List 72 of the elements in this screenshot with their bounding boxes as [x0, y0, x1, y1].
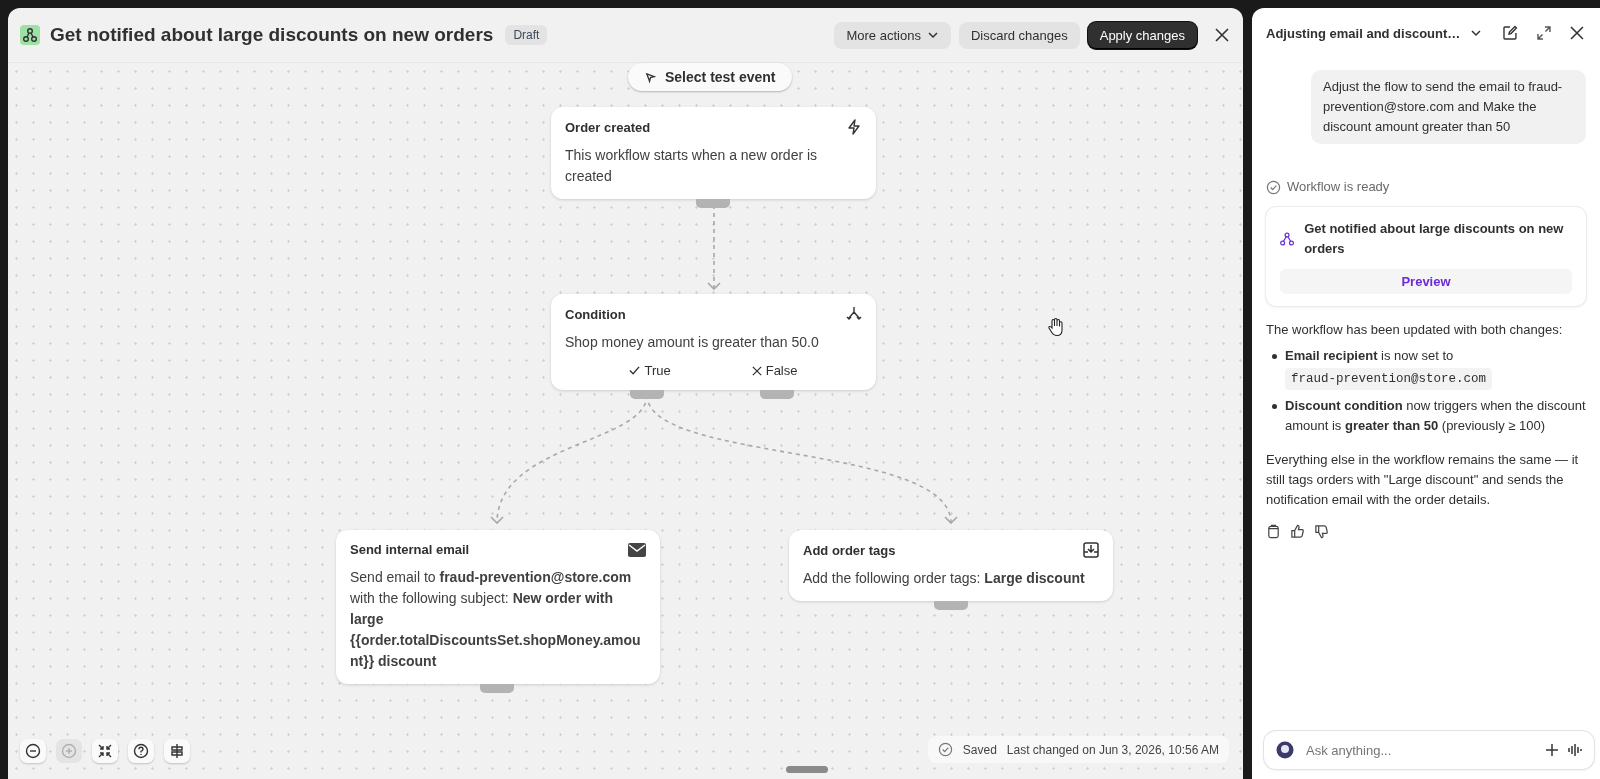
workflow-node[interactable]: Add order tags Add the following order tags: Large discount	[789, 530, 1113, 601]
caret-icon	[926, 29, 939, 41]
fit-icon	[97, 743, 113, 759]
status-badge: Draft	[505, 25, 548, 45]
help-button[interactable]	[128, 739, 154, 763]
saved-label: Saved	[962, 742, 997, 757]
workflow-node[interactable]: Send internal email Send email to fraud-prevention@store.com with the following subject: New order with large {{order.totalDiscountsSet.shopMoney.amount}} discount	[336, 530, 660, 684]
help-icon	[133, 743, 149, 759]
download-box-icon	[1083, 542, 1099, 558]
close-icon[interactable]	[1215, 28, 1229, 42]
check-circle-icon	[937, 742, 953, 757]
plus-icon[interactable]	[1546, 744, 1558, 756]
node-title: Send internal email	[350, 542, 470, 557]
zoom-out-button[interactable]	[20, 739, 46, 763]
code-snippet: fraud-prevention@store.com	[1285, 368, 1493, 390]
node-title: Add order tags	[803, 542, 896, 558]
zoom-out-icon	[25, 743, 41, 759]
false-branch-label: False	[751, 363, 798, 378]
node-handle[interactable]	[696, 199, 730, 208]
x-icon	[751, 365, 762, 376]
node-description: Shop money amount is greater than 50.0	[565, 333, 820, 352]
zoom-in-icon	[61, 743, 77, 759]
apply-button[interactable]: Apply changes	[1087, 21, 1197, 49]
node-title: Order created	[565, 119, 651, 135]
drag-handle[interactable]	[786, 766, 828, 773]
more-actions-button[interactable]: More actions	[834, 21, 951, 49]
thumbs-up-icon[interactable]	[1290, 524, 1305, 539]
workflow-title: Get notified about large discounts on new orders	[50, 24, 494, 46]
node-title: Condition	[565, 306, 626, 322]
clipboard-icon[interactable]	[1266, 524, 1281, 539]
node-description: Send email to fraud-prevention@store.com with the following subject: New order with large {{order.totalDiscountsSet.shopMoney.amount}} discount	[350, 568, 642, 671]
thumbs-down-icon[interactable]	[1314, 524, 1329, 539]
bullet-text: Discount condition now triggers when the discount amount is greater than 50 (previously ≥ 100)	[1285, 398, 1586, 433]
user-message: Adjust the flow to send the email to fraud-prevention@store.com and Make the discount amount greater than 50	[1311, 70, 1586, 144]
discard-button[interactable]: Discard changes	[958, 21, 1080, 49]
close-icon[interactable]	[1570, 26, 1584, 40]
preview-button[interactable]: Preview	[1280, 269, 1572, 294]
workflow-node[interactable]: Condition Shop money amount is greater than 50.0 True False	[551, 294, 876, 390]
edit-icon[interactable]	[1502, 25, 1519, 41]
select-test-event-button[interactable]: Select test event	[628, 63, 792, 91]
response-text: Everything else in the workflow remains the same — it still tags orders with "Large discount" and sends the notification email with the order details.	[1266, 451, 1580, 509]
workflow-icon	[1280, 231, 1295, 247]
chat-input-field[interactable]: Ask anything...	[1304, 741, 1536, 759]
chat-title: Adjusting email and discount…	[1266, 25, 1461, 41]
settings-icon	[169, 743, 185, 759]
workflow-ready-label: Workflow is ready	[1287, 178, 1390, 196]
node-handle[interactable]	[480, 684, 514, 693]
true-branch-label: True	[629, 363, 671, 378]
settings-button[interactable]	[164, 739, 190, 763]
node-handle[interactable]	[934, 601, 968, 610]
node-handle[interactable]	[760, 390, 794, 399]
caret-icon[interactable]	[1470, 27, 1483, 39]
voice-icon[interactable]	[1568, 743, 1582, 757]
pointer-icon	[644, 70, 657, 84]
workflow-card-title: Get notified about large discounts on new orders	[1304, 220, 1565, 258]
hand-cursor-icon	[1047, 317, 1065, 337]
workflow-node[interactable]: Order created This workflow starts when a new order is created	[551, 107, 876, 199]
check-circle-icon	[1266, 179, 1281, 195]
lightning-icon	[846, 119, 862, 135]
response-text: The workflow has been updated with both changes:	[1266, 321, 1564, 339]
node-description: Add the following order tags: Large discount	[803, 569, 1086, 588]
workflow-icon	[20, 25, 40, 45]
bullet-text: Email recipient is now set to	[1285, 348, 1454, 363]
envelope-icon	[628, 542, 646, 557]
fit-button[interactable]	[92, 739, 118, 763]
node-description: This workflow starts when a new order is created	[565, 146, 819, 186]
node-handle[interactable]	[630, 390, 664, 399]
branch-icon	[846, 306, 862, 322]
last-changed-label: Last changed on Jun 3, 2026, 10:56 AM	[1006, 742, 1219, 757]
check-icon	[629, 365, 641, 376]
expand-icon[interactable]	[1536, 25, 1553, 41]
avatar-icon	[1276, 741, 1294, 759]
